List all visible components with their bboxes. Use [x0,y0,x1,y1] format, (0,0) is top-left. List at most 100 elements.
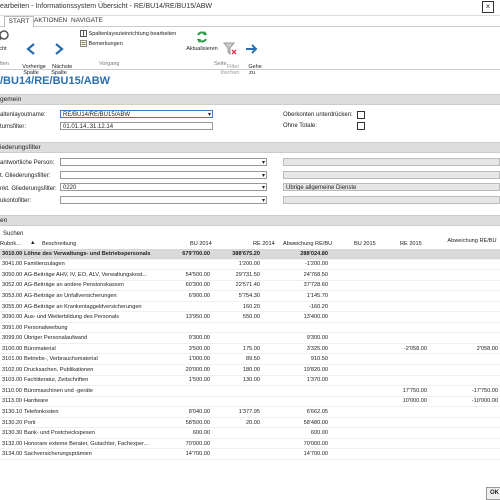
table-row[interactable]: 3099.00 Übriger Personalaufwand 9'300.00 9'… [0,332,500,344]
table-row[interactable]: 3130.10 Telefonkosten 8'040.00 1'377.95 6'66… [0,406,500,418]
cell-description[interactable]: Hardware [22,396,162,408]
refresh-button[interactable]: Aktualisieren [183,30,221,52]
cell-description[interactable]: Bank- und Postcheckspesen [22,427,162,439]
suppress-accounts-checkbox[interactable] [357,111,365,119]
cell-rubrik[interactable]: 3053.00 [0,290,22,302]
table-row[interactable]: 3010.00 Löhne des Verwaltungs- und Betrie… [0,249,500,260]
cell-description[interactable]: AG-Beiträge AHV, IV, EO, ALV, Verwaltung… [22,269,162,281]
cell-description[interactable]: Telefonkosten [22,406,162,418]
table-row[interactable]: 3050.00 AG-Beiträge AHV, IV, EO, ALV, Ver… [0,269,500,281]
cell-rubrik[interactable]: 3041.00 [0,259,22,271]
section-general[interactable]: gemein [0,94,500,105]
cell-rubrik[interactable]: 3055.00 [0,301,22,313]
cell-rubrik[interactable]: 3132.00 [0,438,22,450]
cell-bu2015 [330,396,375,408]
chevron-down-icon[interactable]: ▾ [262,172,265,178]
col-header-bu2015[interactable]: BU 2015 [354,241,376,247]
table-row[interactable]: 3102.00 Drucksachen, Publikationen 20'000.… [0,364,500,376]
no-totals-checkbox[interactable] [357,122,365,130]
table-row[interactable]: 3090.00 Aus- und Weiterbildung des Person… [0,311,500,323]
structure-filter-field[interactable]: ▾ [60,171,267,179]
layout-name-field[interactable]: RE/BU14/RE/BU15/ABW ▾ [60,110,213,118]
cell-rubrik[interactable]: 3091.00 [0,322,22,334]
col-header-rubrik[interactable]: Rubrik... [0,241,21,247]
cell-rubrik[interactable]: 3130.10 [0,406,22,418]
table-row[interactable]: 3053.00 AG-Beiträge an Unfallversicherung… [0,290,500,302]
ok-button[interactable]: OK [486,487,500,500]
cell-rubrik[interactable]: 3050.00 [0,269,22,281]
cell-description[interactable]: Drucksachen, Publikationen [22,364,162,376]
col-header-re2014[interactable]: RE 2014 [253,241,275,247]
cell-description[interactable]: Porti [22,417,162,429]
cell-description[interactable]: Büromaterial [22,343,162,355]
table-row[interactable]: 3110.00 Büromaschinen und -geräte 17'750.0… [0,385,500,397]
structure-filter-display [283,171,500,179]
col-header-description[interactable]: Beschreibung [42,241,76,247]
cell-description[interactable]: Aus- und Weiterbildung des Personals [22,311,162,323]
edit-column-layout-button[interactable]: Spaltenlayouteinrichtung bearbeiten [80,30,176,37]
search-button[interactable]: cht [0,30,12,52]
cell-rubrik[interactable]: 3130.20 [0,417,22,429]
table-row[interactable]: 3130.20 Porti 58'500.00 20.00 58'480.00 [0,417,500,429]
tab-navigate[interactable]: NAVIGATE [70,16,104,26]
cell-rubrik[interactable]: 3103.00 [0,375,22,387]
tab-aktionen[interactable]: AKTIONEN [34,16,67,26]
cell-description[interactable]: Honorare externe Berater, Gutachter, Fac… [22,438,162,450]
close-icon[interactable]: × [482,1,494,13]
col-header-bu2014[interactable]: BU 2014 [190,241,212,247]
ribbon: cht Vorherige Spalte Nächste Spalte Spal… [0,27,500,76]
table-row[interactable]: 3113.00 Hardware 10'000.00 -10'000.00 [0,396,500,408]
table-row[interactable]: 3103.00 Fachliteratur, Zeitschriften 1'500… [0,375,500,387]
table-row[interactable]: 3100.00 Büromaterial 3'500.00 175.00 3'325.0… [0,343,500,355]
cell-rubrik[interactable]: 3100.00 [0,343,22,355]
cell-description[interactable]: AG-Beiträge an Unfallversicherungen [22,290,162,302]
table-row[interactable]: 3134.00 Sachversicherungsprämien 14'700.00… [0,448,500,460]
cell-rubrik[interactable]: 3101.00 [0,353,22,365]
table-row[interactable]: 3091.00 Personalwerbung [0,322,500,334]
cell-rubrik[interactable]: 3010.00 [0,249,22,260]
cell-description[interactable]: Büromaschinen und -geräte [22,385,162,397]
cell-description[interactable]: Übriger Personalaufwand [22,332,162,344]
cell-rubrik[interactable]: 3110.00 [0,385,22,397]
account-filter-display [283,196,500,204]
table-row[interactable]: 3041.00 Familienzulagen 1'200.00 -1'200.00 [0,259,500,271]
cell-description[interactable]: Personalwerbung [22,322,162,334]
cell-description[interactable]: Sachversicherungsprämien [22,448,162,460]
cell-rubrik[interactable]: 3102.00 [0,364,22,376]
table-row[interactable]: 3130.30 Bank- und Postcheckspesen 600.00 60… [0,427,500,439]
cell-rubrik[interactable]: 3130.30 [0,427,22,439]
chevron-down-icon[interactable]: ▾ [262,197,265,203]
cell-description[interactable]: AG-Beiträge an andere Pensionskassen [22,280,162,292]
table-row[interactable]: 3132.00 Honorare externe Berater, Gutacht… [0,438,500,450]
remarks-button[interactable]: Bemerkungen [80,40,123,47]
cell-variance2014 [262,322,330,334]
search-label[interactable]: Suchen [3,231,23,237]
cell-description[interactable]: Fachliteratur, Zeitschriften [22,375,162,387]
section-structure-filter[interactable]: iederungsfilter [0,142,500,153]
cell-description[interactable]: Familienzulagen [22,259,162,271]
chevron-down-icon[interactable]: ▾ [208,111,211,117]
cell-variance2014: 58'480.00 [262,417,330,429]
col-header-variance2014[interactable]: Abweichung RE/BU [283,241,332,247]
cell-rubrik[interactable]: 3099.00 [0,332,22,344]
table-row[interactable]: 3052.00 AG-Beiträge an andere Pensionskas… [0,280,500,292]
no-totals-label: Ohne Totale: [283,123,317,129]
functional-filter-field[interactable]: 0220 ▾ [60,183,267,191]
cell-rubrik[interactable]: 3113.00 [0,396,22,408]
cell-rubrik[interactable]: 3090.00 [0,311,22,323]
table-row[interactable]: 3101.00 Betriebs-, Verbrauchsmaterial 1'00… [0,353,500,365]
cell-description[interactable]: AG-Beiträge an Krankentaggeldversicherun… [22,301,162,313]
col-header-variance2015[interactable]: Abweichung RE/BU [447,238,497,244]
cell-rubrik[interactable]: 3052.00 [0,280,22,292]
section-lines[interactable]: en [0,215,500,226]
cell-description[interactable]: Betriebs-, Verbrauchsmaterial [22,353,162,365]
date-filter-field[interactable]: 01.01.14..31.12.14 [60,122,213,130]
account-filter-field[interactable]: ▾ [60,196,267,204]
cell-rubrik[interactable]: 3134.00 [0,448,22,460]
cell-description[interactable]: Löhne des Verwaltungs- und Betriebsperso… [22,249,162,260]
chevron-down-icon[interactable]: ▾ [262,184,265,190]
table-row[interactable]: 3055.00 AG-Beiträge an Krankentaggeldvers… [0,301,500,313]
col-header-re2015[interactable]: RE 2015 [400,241,422,247]
chevron-down-icon[interactable]: ▾ [262,159,265,165]
responsible-person-field[interactable]: ▾ [60,158,267,166]
